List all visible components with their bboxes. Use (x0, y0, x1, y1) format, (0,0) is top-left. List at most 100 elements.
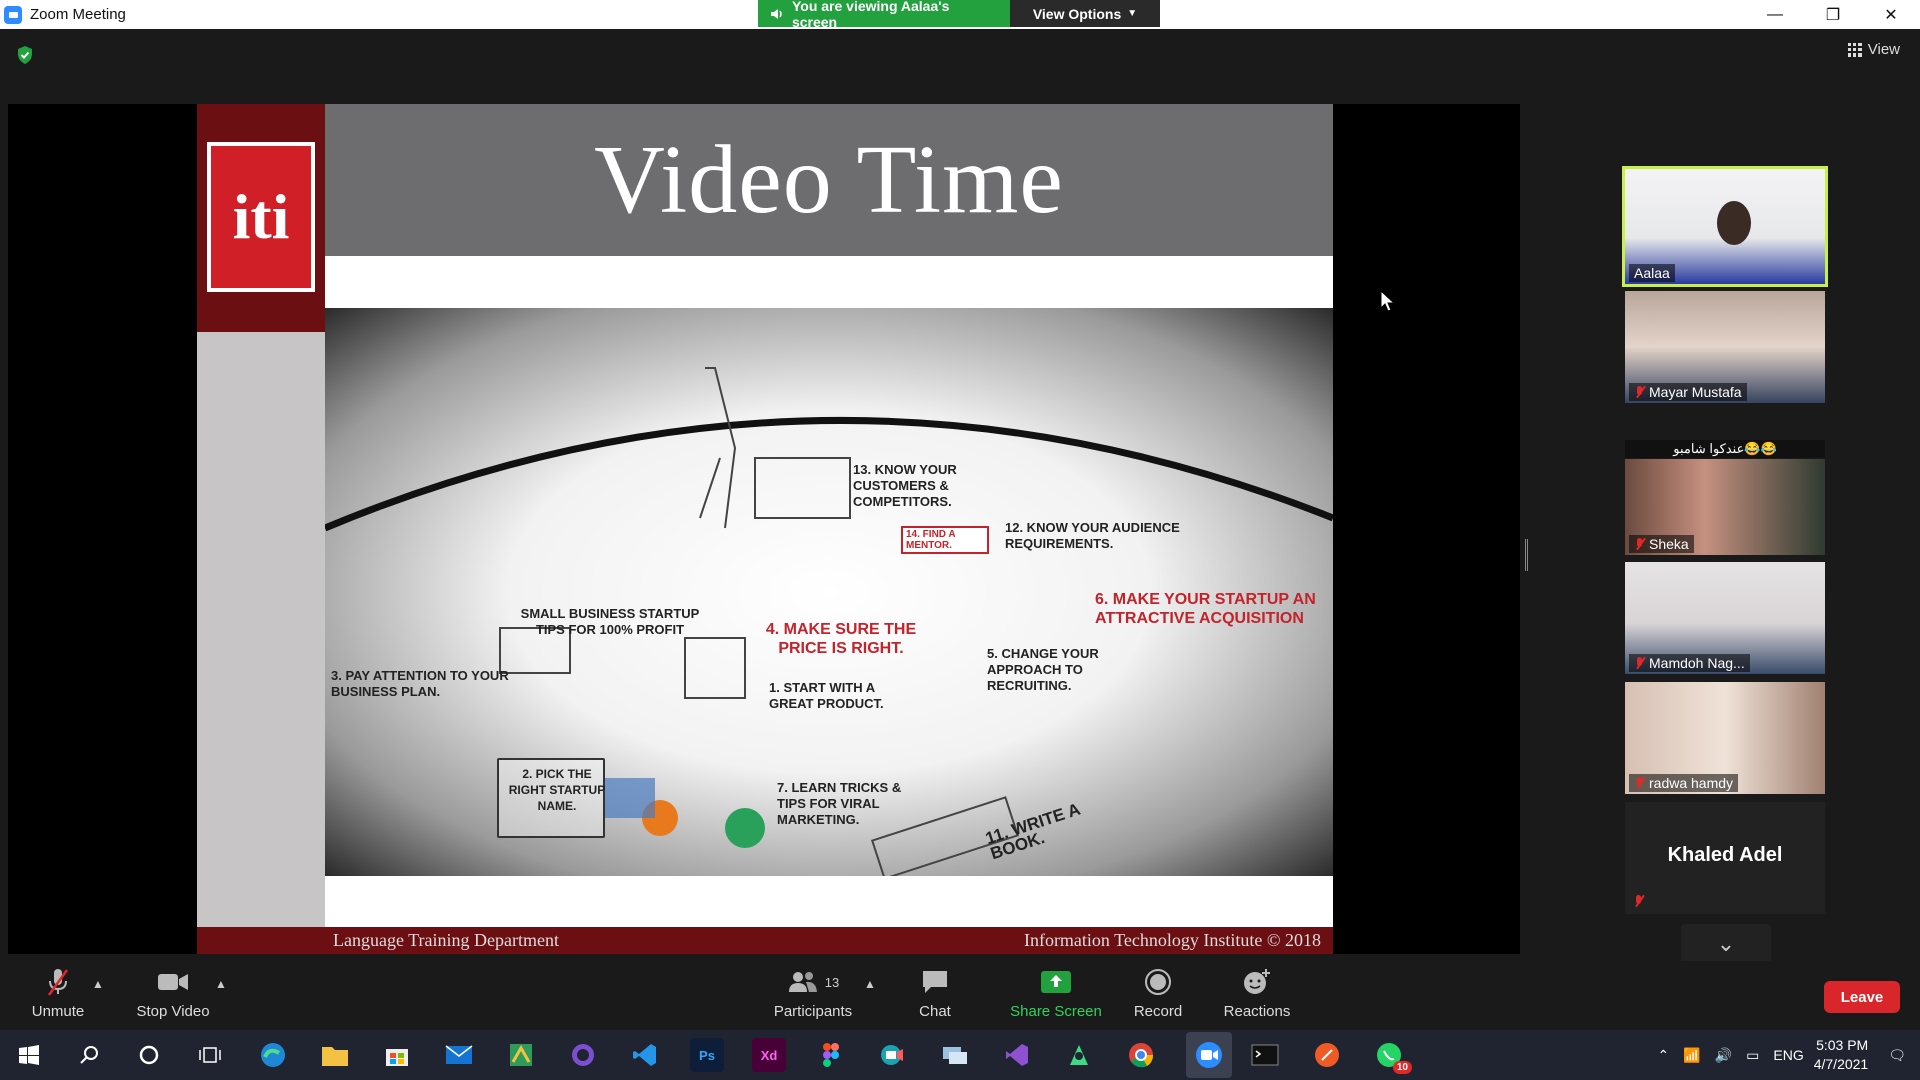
zoom-app-icon (4, 5, 22, 24)
chat-button[interactable]: Chat (890, 967, 980, 1020)
participant-name: radwa hamdy (1629, 774, 1739, 792)
participants-button[interactable]: 13 Participants (758, 967, 868, 1020)
mail-icon[interactable] (442, 1038, 476, 1072)
cortana-icon[interactable] (132, 1038, 166, 1072)
participant-name: Aalaa (1629, 264, 1675, 282)
record-button[interactable]: Record (1113, 967, 1203, 1020)
notification-badge: 10 (1392, 1061, 1412, 1074)
postman-icon[interactable] (1310, 1038, 1344, 1072)
split-resize-handle[interactable] (1525, 539, 1528, 571)
adobe-xd-icon[interactable]: Xd (752, 1038, 786, 1072)
file-explorer-icon[interactable] (318, 1038, 352, 1072)
view-options-label: View Options (1032, 5, 1122, 22)
participants-count: 13 (824, 974, 840, 990)
edge-icon[interactable] (256, 1038, 290, 1072)
avatar (1717, 201, 1751, 245)
mic-muted-icon (1633, 894, 1643, 908)
view-options-button[interactable]: View Options ▼ (1010, 0, 1160, 27)
embedded-video: 13. Know your customers & competitors. 1… (325, 308, 1333, 876)
windows-start-icon[interactable] (12, 1038, 46, 1072)
chat-icon (923, 971, 947, 993)
window-titlebar: Zoom Meeting You are viewing Aalaa's scr… (0, 0, 1920, 30)
clock-time: 5:03 PM (1816, 1037, 1869, 1053)
camera-app-icon[interactable] (876, 1038, 910, 1072)
participant-tile-mamdoh[interactable]: Mamdoh Nag... (1625, 562, 1825, 674)
speaker-icon (770, 8, 782, 19)
figma-icon[interactable] (814, 1038, 848, 1072)
video-text-14: 14. Find a mentor. (901, 526, 989, 554)
slide-header: Video Time (325, 104, 1333, 256)
record-label: Record (1133, 1003, 1183, 1020)
chrome-icon[interactable] (1124, 1038, 1158, 1072)
participant-tile-sheka[interactable]: Sheka (1625, 459, 1825, 555)
grid-icon (1847, 42, 1862, 57)
close-button[interactable]: ✕ (1862, 0, 1920, 29)
battery-icon[interactable]: ▭ (1746, 1047, 1759, 1064)
window-title: Zoom Meeting (30, 6, 126, 23)
remote-desktop-icon[interactable] (938, 1038, 972, 1072)
volume-icon[interactable]: 🔊 (1715, 1047, 1732, 1064)
participant-name: Sheka (1629, 535, 1694, 553)
android-studio-icon[interactable] (1062, 1038, 1096, 1072)
participant-name-large: Khaled Adel (1667, 844, 1783, 866)
view-banner: You are viewing Aalaa's screen View Opti… (758, 0, 1160, 30)
chat-reaction-bubble: عندكوا شامبو😂😂 (1625, 440, 1825, 458)
github-desktop-icon[interactable] (566, 1038, 600, 1072)
scroll-down-participants-button[interactable]: ⌄ (1681, 924, 1771, 964)
task-view-icon[interactable] (193, 1038, 227, 1072)
share-screen-label: Share Screen (1010, 1003, 1102, 1020)
view-layout-button[interactable]: View (1847, 41, 1900, 58)
video-text-3: 3. Pay attention to your business plan. (331, 668, 509, 699)
mic-muted-icon (1634, 656, 1644, 670)
clock[interactable]: 5:03 PM 4/7/2021 (1814, 1036, 1869, 1074)
clock-date: 4/7/2021 (1813, 1056, 1869, 1072)
visual-studio-icon[interactable] (1000, 1038, 1034, 1072)
viewing-screen-banner: You are viewing Aalaa's screen (758, 0, 1010, 30)
zoom-taskbar-icon[interactable] (1186, 1032, 1232, 1078)
participants-icon (788, 972, 817, 992)
system-tray: ⌃ 📶 🔊 ▭ ENG 5:03 PM 4/7/2021 🗨 (1658, 1030, 1920, 1080)
chevron-up-icon[interactable]: ⌃ (1658, 1047, 1670, 1064)
search-icon[interactable] (72, 1038, 106, 1072)
restore-button[interactable]: ❐ (1804, 0, 1862, 29)
photoshop-icon[interactable]: Ps (690, 1038, 724, 1072)
footer-institute: Information Technology Institute © 2018 (1023, 930, 1321, 950)
vscode-icon[interactable] (628, 1038, 662, 1072)
terminal-icon[interactable] (1248, 1038, 1282, 1072)
whatsapp-icon[interactable]: 10 (1372, 1038, 1412, 1074)
security-shield-icon[interactable] (16, 45, 34, 65)
slide-footer: Language Training Department Information… (197, 927, 1333, 954)
presentation-slide: iti Video Time 13. Know your c (197, 104, 1333, 954)
share-screen-icon (1041, 971, 1071, 993)
participant-tile-mayar[interactable]: Mayar Mustafa (1625, 291, 1825, 403)
minimize-button[interactable]: — (1746, 0, 1804, 29)
unmute-label: Unmute (31, 1003, 85, 1020)
reactions-button[interactable]: Reactions (1212, 967, 1302, 1020)
participant-tile-radwa[interactable]: radwa hamdy (1625, 682, 1825, 794)
share-screen-button[interactable]: Share Screen (1001, 967, 1111, 1020)
participant-name: Mamdoh Nag... (1629, 654, 1750, 672)
notifications-icon[interactable]: 🗨 (1888, 1047, 1906, 1064)
mic-muted-icon (1634, 776, 1644, 790)
leave-meeting-button[interactable]: Leave (1824, 981, 1900, 1013)
video-options-caret[interactable]: ▲ (215, 977, 227, 991)
mic-muted-icon (1634, 385, 1644, 399)
chevron-down-icon: ⌄ (1716, 931, 1736, 956)
stop-video-button[interactable]: Stop Video (128, 967, 218, 1020)
microsoft-store-icon[interactable] (380, 1038, 414, 1072)
video-text-1: 1. Start with a great product. (769, 680, 884, 711)
unmute-button[interactable]: Unmute (13, 967, 103, 1020)
slide-logo-block: iti (197, 104, 325, 332)
audio-options-caret[interactable]: ▲ (92, 977, 104, 991)
participant-tile-khaled[interactable]: Khaled Adel (1625, 802, 1825, 914)
wifi-icon[interactable]: 📶 (1683, 1047, 1700, 1064)
participant-tile-aalaa[interactable]: Aalaa (1622, 166, 1828, 287)
language-indicator[interactable]: ENG (1773, 1047, 1803, 1063)
reactions-label: Reactions (1223, 1003, 1291, 1020)
maps-icon[interactable] (504, 1038, 538, 1072)
chevron-down-icon: ▼ (1127, 8, 1138, 19)
video-text-13: 13. Know your customers & competitors. (853, 462, 957, 509)
meeting-area: View iti Video Time 13. KNOW YOUR CUSTOM… (0, 29, 1920, 964)
participants-options-caret[interactable]: ▲ (864, 977, 876, 991)
video-text-4: 4. Make sure the price is right. (765, 621, 917, 657)
